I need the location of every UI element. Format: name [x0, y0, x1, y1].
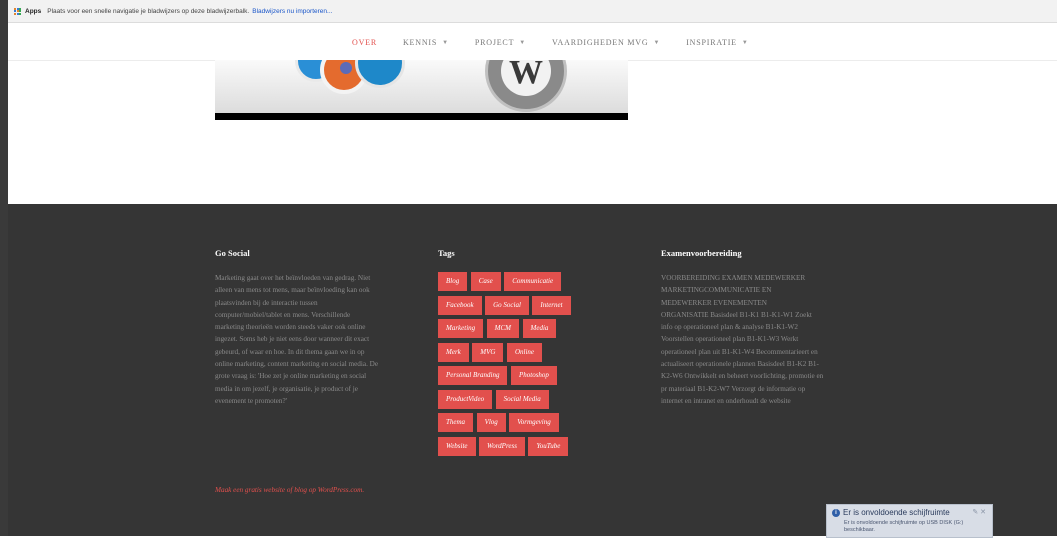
nav-item-label: VAARDIGHEDEN MVG — [552, 38, 649, 47]
tag-cloud: Blog Case Communicatie Facebook Go Socia… — [438, 272, 620, 460]
featured-image: W — [215, 60, 628, 120]
tag-online[interactable]: Online — [506, 342, 543, 362]
tag-mcm[interactable]: MCM — [486, 319, 520, 338]
nav-item-label: INSPIRATIE — [686, 38, 737, 47]
tag-blog[interactable]: Blog — [438, 272, 468, 291]
tag-facebook[interactable]: Facebook — [438, 295, 482, 315]
window-edge — [0, 0, 8, 536]
tag-personal-branding[interactable]: Personal Branding — [438, 366, 508, 385]
tag-internet[interactable]: Internet — [532, 295, 571, 315]
disk-space-notification[interactable]: i Er is onvoldoende schijfruimte ✎ ✕ Er … — [826, 504, 993, 538]
tag-wordpress[interactable]: WordPress — [479, 436, 525, 456]
image-bottom-bar — [215, 113, 628, 120]
chevron-down-icon: ▼ — [442, 39, 449, 46]
go-social-title: Go Social — [215, 248, 250, 258]
nav-item-project[interactable]: PROJECT ▼ — [475, 38, 526, 47]
chevron-down-icon: ▼ — [519, 39, 527, 46]
notification-body: Er is onvoldoende schijfruimte op USB DI… — [844, 520, 964, 533]
social-icon-small — [340, 62, 352, 74]
close-icon[interactable]: ✎ ✕ — [972, 508, 986, 516]
apps-button[interactable]: Apps — [25, 8, 41, 15]
chevron-down-icon: ▼ — [653, 39, 661, 46]
tag-media[interactable]: Media — [522, 319, 557, 338]
go-social-text: Marketing gaat over het beïnvloeden van … — [215, 274, 379, 405]
tag-mvg[interactable]: MVG — [472, 342, 504, 362]
tag-go-social[interactable]: Go Social — [485, 295, 529, 315]
tag-thema[interactable]: Thema — [438, 413, 474, 432]
tag-vlog[interactable]: Vlog — [476, 413, 506, 432]
nav-item-label: KENNIS — [402, 38, 438, 47]
bookmark-bar-message: Plaats voor een snelle navigatie je blad… — [47, 7, 250, 15]
nav-item-over[interactable]: OVER — [352, 38, 377, 47]
nav-item-kennis[interactable]: KENNIS ▼ — [403, 38, 449, 47]
notification-title: Er is onvoldoende schijfruimte — [843, 508, 950, 517]
wordpress-credit-link[interactable]: Maak een gratis website of blog op WordP… — [215, 486, 364, 494]
tag-marketing[interactable]: Marketing — [438, 319, 484, 338]
tag-photoshop[interactable]: Photoshop — [510, 366, 557, 385]
tags-title: Tags — [438, 248, 455, 258]
exam-title: Examenvoorbereiding — [661, 248, 742, 258]
import-bookmarks-link[interactable]: Bladwijzers nu importeren... — [252, 8, 332, 15]
tag-youtube[interactable]: YouTube — [528, 436, 569, 456]
exam-text: VOORBEREIDING EXAMEN MEDEWERKER MARKETIN… — [661, 274, 824, 405]
nav-item-label: OVER — [352, 38, 377, 47]
bookmark-bar: Apps Plaats voor een snelle navigatie je… — [8, 0, 1057, 23]
tag-productvideo[interactable]: ProductVideo — [438, 389, 493, 409]
site-footer: Go Social Marketing gaat over het beïnvl… — [8, 204, 1057, 536]
info-icon: i — [832, 509, 840, 517]
nav-item-label: PROJECT — [474, 38, 515, 47]
apps-grid-icon[interactable] — [14, 7, 21, 15]
tag-social-media[interactable]: Social Media — [495, 389, 549, 409]
tag-vormgeving[interactable]: Vormgeving — [509, 413, 559, 432]
main-navigation: OVER KENNIS ▼ PROJECT ▼ VAARDIGHEDEN MVG… — [8, 30, 1057, 61]
nav-item-inspiratie[interactable]: INSPIRATIE ▼ — [686, 38, 748, 47]
wordpress-logo-icon: W — [485, 60, 567, 112]
nav-item-vaardigheden-mvg[interactable]: VAARDIGHEDEN MVG ▼ — [552, 38, 660, 47]
chevron-down-icon: ▼ — [741, 39, 749, 46]
tag-case[interactable]: Case — [470, 272, 501, 291]
tag-merk[interactable]: Merk — [438, 342, 469, 362]
tag-website[interactable]: Website — [438, 436, 476, 456]
tag-communicatie[interactable]: Communicatie — [504, 272, 562, 291]
